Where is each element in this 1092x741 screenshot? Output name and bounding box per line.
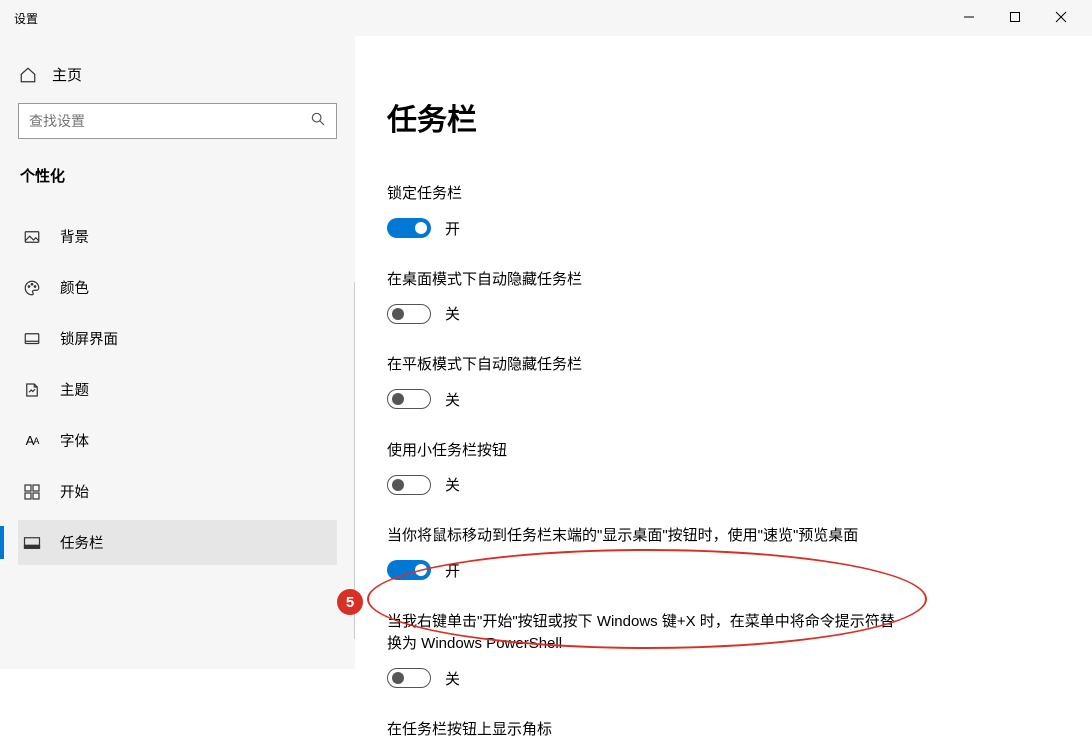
home-label: 主页 (52, 64, 82, 85)
divider (354, 282, 355, 639)
home-icon (18, 65, 38, 85)
sidebar-item-themes[interactable]: 主题 (18, 367, 337, 412)
page-title: 任务栏 (387, 95, 1092, 139)
themes-icon (22, 380, 42, 400)
sidebar: 主页 个性化 背景 (0, 36, 355, 669)
palette-icon (22, 278, 42, 298)
setting-label: 使用小任务栏按钮 (387, 440, 907, 463)
sidebar-item-label: 背景 (60, 226, 89, 247)
toggle-autohide-desktop[interactable] (387, 304, 431, 324)
toggle-state: 关 (445, 303, 460, 324)
setting-label: 在平板模式下自动隐藏任务栏 (387, 354, 907, 377)
lockscreen-icon (22, 329, 42, 349)
sidebar-item-label: 开始 (60, 481, 89, 502)
sidebar-item-colors[interactable]: 颜色 (18, 265, 337, 310)
setting-label: 在任务栏按钮上显示角标 (387, 719, 907, 741)
home-link[interactable]: 主页 (18, 54, 337, 103)
sidebar-item-label: 任务栏 (60, 532, 104, 553)
setting-label: 当你将鼠标移动到任务栏末端的"显示桌面"按钮时，使用"速览"预览桌面 (387, 525, 907, 548)
toggle-state: 关 (445, 389, 460, 410)
setting-autohide-desktop: 在桌面模式下自动隐藏任务栏 关 (387, 269, 907, 325)
setting-powershell: 当我右键单击"开始"按钮或按下 Windows 键+X 时，在菜单中将命令提示符… (387, 611, 907, 689)
toggle-state: 关 (445, 474, 460, 495)
maximize-button[interactable] (992, 1, 1038, 33)
sidebar-item-label: 颜色 (60, 277, 89, 298)
window-title: 设置 (14, 10, 946, 27)
setting-label: 当我右键单击"开始"按钮或按下 Windows 键+X 时，在菜单中将命令提示符… (387, 611, 907, 656)
picture-icon (22, 227, 42, 247)
sidebar-item-label: 字体 (60, 430, 89, 451)
minimize-button[interactable] (946, 1, 992, 33)
toggle-peek-preview[interactable] (387, 560, 431, 580)
search-icon (310, 111, 326, 132)
toggle-powershell[interactable] (387, 668, 431, 688)
annotation-badge: 5 (337, 589, 363, 615)
taskbar-icon (22, 533, 42, 553)
sidebar-item-label: 主题 (60, 379, 89, 400)
sidebar-item-lockscreen[interactable]: 锁屏界面 (18, 316, 337, 361)
toggle-state: 关 (445, 668, 460, 689)
toggle-state: 开 (445, 560, 460, 581)
sidebar-item-fonts[interactable]: AA 字体 (18, 418, 337, 463)
toggle-small-buttons[interactable] (387, 475, 431, 495)
sidebar-item-background[interactable]: 背景 (18, 214, 337, 259)
sidebar-item-label: 锁屏界面 (60, 328, 118, 349)
sidebar-item-start[interactable]: 开始 (18, 469, 337, 514)
setting-label: 在桌面模式下自动隐藏任务栏 (387, 269, 907, 292)
sidebar-item-taskbar[interactable]: 任务栏 (18, 520, 337, 565)
toggle-state: 开 (445, 218, 460, 239)
toggle-autohide-tablet[interactable] (387, 389, 431, 409)
toggle-lock-taskbar[interactable] (387, 218, 431, 238)
setting-label: 锁定任务栏 (387, 183, 907, 206)
content-pane: 任务栏 锁定任务栏 开 在桌面模式下自动隐藏任务栏 关 (355, 36, 1092, 669)
search-box[interactable] (18, 103, 337, 139)
setting-badges: 在任务栏按钮上显示角标 (387, 719, 907, 741)
setting-small-buttons: 使用小任务栏按钮 关 (387, 440, 907, 496)
close-button[interactable] (1038, 1, 1084, 33)
setting-peek-preview: 当你将鼠标移动到任务栏末端的"显示桌面"按钮时，使用"速览"预览桌面 开 (387, 525, 907, 581)
titlebar: 设置 (0, 0, 1092, 36)
setting-autohide-tablet: 在平板模式下自动隐藏任务栏 关 (387, 354, 907, 410)
search-input[interactable] (29, 113, 310, 129)
font-icon: AA (22, 431, 42, 451)
setting-lock-taskbar: 锁定任务栏 开 (387, 183, 907, 239)
category-title: 个性化 (20, 165, 337, 186)
start-icon (22, 482, 42, 502)
